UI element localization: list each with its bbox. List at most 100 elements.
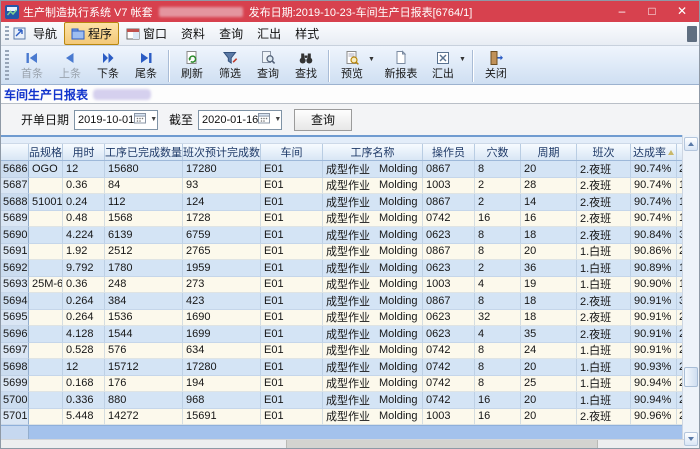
close-form-button[interactable]: 关闭 — [477, 48, 515, 81]
process-cn: 成型作业 — [326, 211, 370, 227]
table-row[interactable]: 5694 0.264 384 423 E01 成型作业 Molding 0867… — [1, 293, 684, 310]
row-number-cell[interactable]: 5693 — [1, 277, 29, 294]
cycle-cell: 20 — [521, 244, 577, 261]
table-row[interactable]: 5701 5.448 14272 15691 E01 成型作业 Molding … — [1, 409, 684, 426]
menu-item-export[interactable]: 汇出 — [250, 22, 288, 45]
menubar-grip-handle[interactable] — [5, 26, 9, 42]
col-header-spec[interactable]: 品规格 — [29, 144, 63, 160]
rate-cell: 90.74% — [631, 194, 677, 211]
row-number-cell[interactable]: 5698 — [1, 359, 29, 376]
cavity-cell: 32 — [475, 310, 521, 327]
menu-item-style[interactable]: 样式 — [288, 22, 326, 45]
row-number-header[interactable] — [1, 144, 29, 160]
next-record-button[interactable]: 下条 — [89, 48, 127, 81]
row-number-cell[interactable]: 5700 — [1, 392, 29, 409]
col-header-cavity[interactable]: 穴数 — [475, 144, 521, 160]
row-number-cell[interactable]: 5691 — [1, 244, 29, 261]
menu-item-query[interactable]: 查询 — [212, 22, 250, 45]
refresh-button[interactable]: 刷新 — [173, 48, 211, 81]
col-header-operator[interactable]: 操作员 — [423, 144, 475, 160]
horizontal-scrollbar[interactable] — [1, 439, 684, 448]
scroll-up-button[interactable] — [684, 137, 698, 151]
menu-item-data[interactable]: 资料 — [174, 22, 212, 45]
menu-item-window[interactable]: 窗口 — [119, 22, 174, 45]
date-from-field[interactable]: 2019-10-01 ▼ — [74, 110, 158, 130]
col-header-shift[interactable]: 班次 — [577, 144, 631, 160]
table-row[interactable]: 5690 4.224 6139 6759 E01 成型作业 Molding 06… — [1, 227, 684, 244]
row-number-cell[interactable]: 5692 — [1, 260, 29, 277]
table-row[interactable]: 5686 OGO 12 15680 17280 E01 成型作业 Molding… — [1, 161, 684, 178]
table-row[interactable]: 5697 0.528 576 634 E01 成型作业 Molding 0742… — [1, 343, 684, 360]
workshop-cell: E01 — [261, 409, 323, 426]
preview-dropdown-icon[interactable]: ▼ — [368, 56, 375, 63]
plan-qty-cell: 124 — [183, 194, 261, 211]
menu-item-navigate[interactable]: 导航 — [26, 22, 64, 45]
menu-item-program[interactable]: 程序 — [64, 22, 119, 45]
process-cn: 成型作业 — [326, 343, 370, 359]
table-row[interactable]: 5700 0.336 880 968 E01 成型作业 Molding 0742… — [1, 392, 684, 409]
date-from-dropdown-icon[interactable]: ▼ — [147, 116, 160, 123]
process-en: Molding — [379, 278, 418, 290]
row-number-cell[interactable]: 5686 — [1, 161, 29, 178]
row-number-cell[interactable]: 5689 — [1, 211, 29, 228]
table-row[interactable]: 5691 1.92 2512 2765 E01 成型作业 Molding 086… — [1, 244, 684, 261]
table-row[interactable]: 5695 0.264 1536 1690 E01 成型作业 Molding 06… — [1, 310, 684, 327]
export-dropdown-icon[interactable]: ▼ — [459, 56, 466, 63]
table-row[interactable]: 5699 0.168 176 194 E01 成型作业 Molding 0742… — [1, 376, 684, 393]
scroll-down-button[interactable] — [684, 432, 698, 446]
table-row[interactable]: 5687 0.36 84 93 E01 成型作业 Molding 1003 2 … — [1, 178, 684, 195]
maximize-button[interactable]: □ — [639, 1, 665, 22]
row-number-cell[interactable]: 5699 — [1, 376, 29, 393]
query-toolbar-button[interactable]: 查询 — [249, 48, 287, 81]
row-number-cell[interactable]: 5696 — [1, 326, 29, 343]
hours-cell: 0.36 — [63, 277, 105, 294]
preview-button[interactable]: 预览 — [333, 48, 371, 81]
toolbar-grip-handle[interactable] — [5, 50, 9, 80]
table-row[interactable]: 5688 510010 0.24 112 124 E01 成型作业 Moldin… — [1, 194, 684, 211]
export-button[interactable]: 汇出 — [424, 48, 462, 81]
date-to-dropdown-icon[interactable]: ▼ — [271, 116, 284, 123]
col-header-rate[interactable]: 达成率 — [631, 144, 677, 160]
menubar-overflow-icon[interactable] — [687, 26, 697, 42]
previous-record-button[interactable]: 上条 — [51, 48, 89, 81]
close-button[interactable]: ✕ — [669, 1, 695, 22]
operator-cell: 0867 — [423, 293, 475, 310]
row-number-cell[interactable]: 5694 — [1, 293, 29, 310]
table-row[interactable]: 5692 9.792 1780 1959 E01 成型作业 Molding 06… — [1, 260, 684, 277]
last-record-button[interactable]: 尾条 — [127, 48, 165, 81]
cycle-cell: 20 — [521, 161, 577, 178]
table-row[interactable]: 5696 4.128 1544 1699 E01 成型作业 Molding 06… — [1, 326, 684, 343]
filter-button[interactable]: 筛选 — [211, 48, 249, 81]
rate-cell: 90.91% — [631, 326, 677, 343]
col-header-hours[interactable]: 用时 — [63, 144, 105, 160]
col-header-process[interactable]: 工序名称 — [323, 144, 423, 160]
done-qty-cell: 2512 — [105, 244, 183, 261]
row-number-cell[interactable]: 5687 — [1, 178, 29, 195]
new-report-button[interactable]: 新报表 — [378, 48, 424, 81]
vertical-scrollbar-thumb[interactable] — [684, 367, 698, 387]
process-cell: 成型作业 Molding — [323, 326, 423, 343]
col-header-workshop[interactable]: 车间 — [261, 144, 323, 160]
done-qty-cell: 1536 — [105, 310, 183, 327]
cavity-cell: 4 — [475, 277, 521, 294]
vertical-scrollbar[interactable] — [682, 135, 699, 448]
row-number-cell[interactable]: 5701 — [1, 409, 29, 426]
row-number-cell[interactable]: 5690 — [1, 227, 29, 244]
query-button[interactable]: 查询 — [294, 109, 352, 131]
col-header-done-qty[interactable]: 工序已完成数量 — [105, 144, 183, 160]
table-row[interactable]: 5689 0.48 1568 1728 E01 成型作业 Molding 074… — [1, 211, 684, 228]
row-number-cell[interactable]: 5688 — [1, 194, 29, 211]
table-row[interactable]: 5698 12 15712 17280 E01 成型作业 Molding 074… — [1, 359, 684, 376]
minimize-button[interactable]: – — [609, 1, 635, 22]
table-row[interactable]: 5693 25M-61 0.36 248 273 E01 成型作业 Moldin… — [1, 277, 684, 294]
col-header-plan-qty[interactable]: 班次预计完成数 — [183, 144, 261, 160]
find-button[interactable]: 查找 — [287, 48, 325, 81]
row-number-cell[interactable]: 5697 — [1, 343, 29, 360]
empty-selected-row[interactable] — [1, 425, 684, 439]
first-record-button[interactable]: 首条 — [13, 48, 51, 81]
horizontal-scrollbar-thumb[interactable] — [286, 440, 598, 448]
date-to-field[interactable]: 2020-01-16 ▼ — [198, 110, 282, 130]
row-number-cell[interactable]: 5695 — [1, 310, 29, 327]
col-header-cycle[interactable]: 周期 — [521, 144, 577, 160]
plan-qty-cell: 1690 — [183, 310, 261, 327]
